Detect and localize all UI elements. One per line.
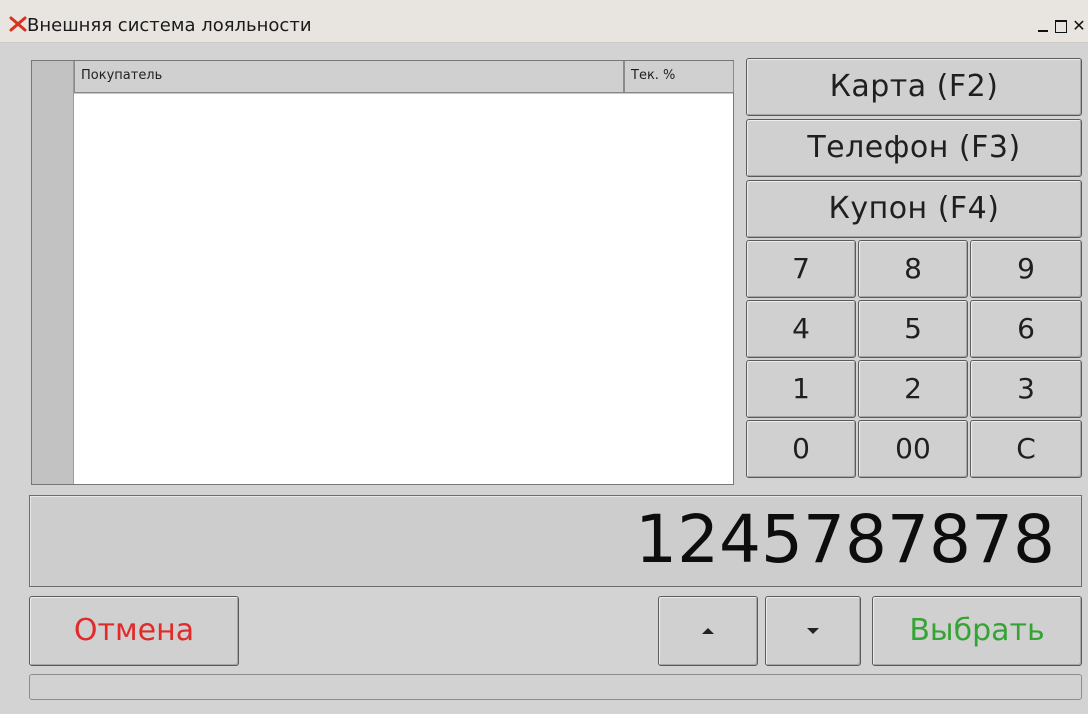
key-0[interactable]: 0 bbox=[746, 420, 856, 478]
select-button[interactable]: Выбрать bbox=[872, 596, 1082, 666]
minimize-icon bbox=[1038, 30, 1048, 32]
triangle-down-icon bbox=[807, 628, 819, 634]
scroll-up-button[interactable] bbox=[658, 596, 758, 666]
number-display: 1245787878 bbox=[29, 495, 1082, 587]
close-button[interactable]: ✕ bbox=[1072, 16, 1086, 35]
coupon-button[interactable]: Купон (F4) bbox=[746, 180, 1082, 238]
customer-grid[interactable]: Покупатель Тек. % bbox=[31, 60, 734, 485]
phone-button[interactable]: Телефон (F3) bbox=[746, 119, 1082, 177]
key-6[interactable]: 6 bbox=[970, 300, 1082, 358]
title-bar: Внешняя система лояльности ✕ bbox=[0, 0, 1088, 43]
key-1[interactable]: 1 bbox=[746, 360, 856, 418]
key-4[interactable]: 4 bbox=[746, 300, 856, 358]
close-icon: ✕ bbox=[1072, 16, 1086, 35]
window-title: Внешняя система лояльности bbox=[27, 15, 312, 36]
cancel-button[interactable]: Отмена bbox=[29, 596, 239, 666]
key-2[interactable]: 2 bbox=[858, 360, 968, 418]
column-header-buyer[interactable]: Покупатель bbox=[74, 61, 624, 93]
card-button[interactable]: Карта (F2) bbox=[746, 58, 1082, 116]
key-5[interactable]: 5 bbox=[858, 300, 968, 358]
maximize-button[interactable] bbox=[1054, 19, 1068, 33]
scroll-down-button[interactable] bbox=[765, 596, 861, 666]
column-header-percent[interactable]: Тек. % bbox=[624, 61, 734, 93]
key-7[interactable]: 7 bbox=[746, 240, 856, 298]
key-3[interactable]: 3 bbox=[970, 360, 1082, 418]
maximize-icon bbox=[1055, 20, 1067, 33]
app-close-x-icon bbox=[9, 16, 27, 32]
grid-row-header bbox=[32, 61, 74, 484]
status-bar bbox=[29, 674, 1082, 700]
grid-body[interactable] bbox=[74, 94, 733, 484]
key-00[interactable]: 00 bbox=[858, 420, 968, 478]
minimize-button[interactable] bbox=[1036, 19, 1050, 33]
key-8[interactable]: 8 bbox=[858, 240, 968, 298]
key-clear[interactable]: C bbox=[970, 420, 1082, 478]
triangle-up-icon bbox=[702, 628, 714, 634]
key-9[interactable]: 9 bbox=[970, 240, 1082, 298]
